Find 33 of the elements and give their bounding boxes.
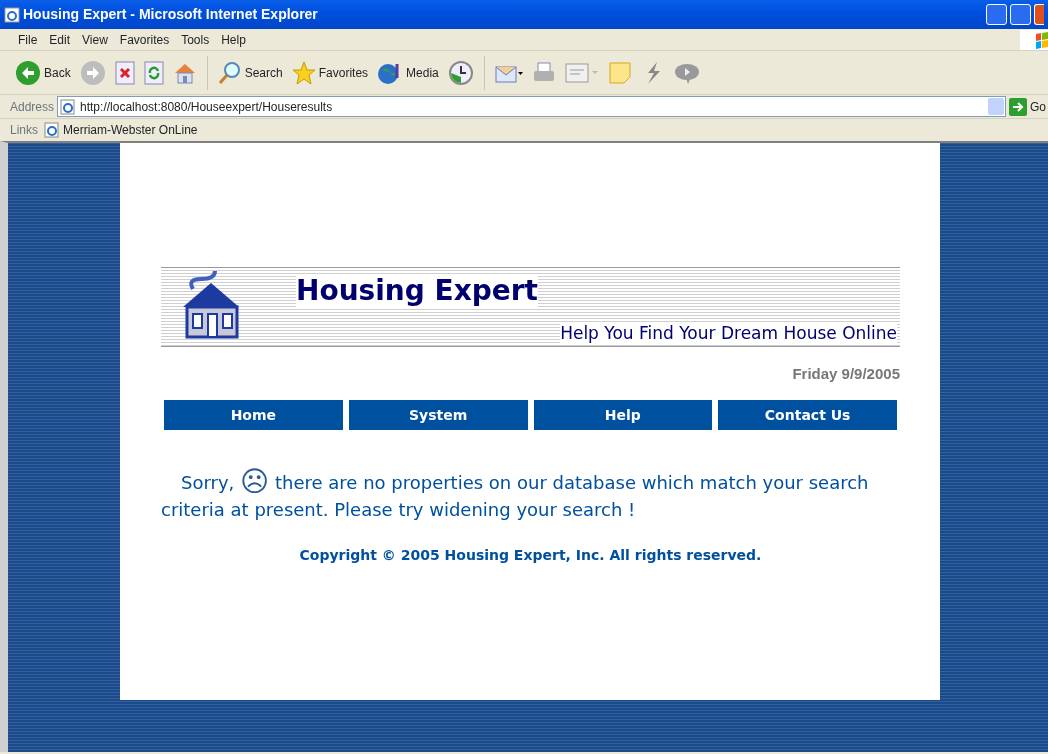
close-button[interactable]	[1034, 4, 1044, 25]
favorites-button[interactable]: Favorites	[288, 58, 372, 87]
copyright-text: Copyright © 2005 Housing Expert, Inc. All rights reserved.	[298, 546, 763, 563]
nav-button[interactable]: System	[348, 399, 528, 430]
link-item[interactable]: Merriam-Webster OnLine	[44, 121, 198, 139]
nav-button[interactable]: Help	[533, 399, 713, 430]
site-title: Housing Expert	[296, 276, 538, 307]
window-title: Housing Expert - Microsoft Internet Explorer	[23, 5, 319, 24]
windows-logo-icon	[1020, 29, 1048, 50]
minimize-button[interactable]	[986, 4, 1007, 25]
nav-button[interactable]: Home	[164, 399, 343, 430]
menu-item[interactable]: Tools	[175, 30, 216, 49]
back-button[interactable]: Back	[12, 57, 74, 88]
search-icon[interactable]	[217, 60, 242, 85]
web-page-icon[interactable]	[44, 122, 60, 138]
star-icon[interactable]	[291, 60, 316, 85]
go-button[interactable]: Go	[1009, 97, 1046, 116]
restore-button[interactable]	[1010, 4, 1031, 25]
menu-item[interactable]: Edit	[43, 30, 77, 49]
menu-item[interactable]: Favorites	[113, 30, 176, 49]
links-label: Links	[10, 122, 38, 139]
search-button[interactable]: Search	[214, 58, 286, 87]
address-label: Address	[10, 98, 55, 116]
browser-icon	[4, 4, 20, 25]
address-field[interactable]: http://localhost:8080/Houseexpert/Houseresults	[57, 96, 1006, 117]
menu-item[interactable]: View	[76, 30, 114, 49]
media-button[interactable]: Media	[374, 58, 442, 87]
menu-item[interactable]: File	[12, 30, 44, 49]
page-icon	[60, 97, 77, 116]
nav-button[interactable]: Contact Us	[718, 399, 897, 430]
menu-item[interactable]: Help	[215, 30, 252, 49]
tagline: Help You Find Your Dream House Online	[560, 323, 897, 343]
date-text: Friday 9/9/2005	[791, 364, 900, 384]
